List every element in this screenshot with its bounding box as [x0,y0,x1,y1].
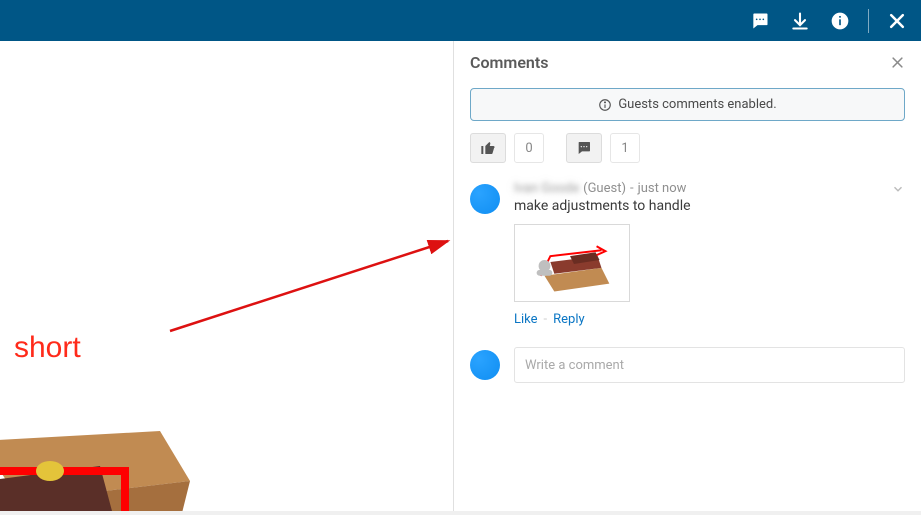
meta-sep: - [630,181,634,196]
actions-sep: - [544,312,548,327]
comment-thumbnail[interactable] [514,224,630,302]
comments-close-icon[interactable] [890,55,905,70]
topbar [0,0,921,41]
comment-item: Ivan Goode (Guest) - just now make adjus… [470,181,905,327]
comments-button[interactable] [566,133,602,163]
guest-banner: Guests comments enabled. [470,88,905,121]
download-icon[interactable] [788,9,812,33]
reply-row [470,347,905,383]
comment-author: Ivan Goode [514,181,579,196]
reply-input[interactable] [514,347,905,383]
comments-count: 1 [610,133,640,163]
comments-panel: Comments Guests comments enabled. 0 1 [454,41,921,511]
scrollbar-horizontal[interactable] [0,511,921,515]
annotation-short: short [14,331,81,365]
reply-link[interactable]: Reply [553,312,585,327]
thumbs-up-icon [480,140,496,156]
model-preview [0,411,220,511]
comment-actions: Like - Reply [514,312,905,327]
main-body: short Comments Gue [0,41,921,511]
comments-icon[interactable] [748,9,772,33]
info-small-icon [598,98,612,112]
stats-row: 0 1 [470,133,905,163]
like-link[interactable]: Like [514,312,538,327]
avatar [470,350,500,380]
likes-count: 0 [514,133,544,163]
comment-time: just now [638,181,687,196]
likes-button[interactable] [470,133,506,163]
arrow-icon [160,221,454,341]
comment-meta: Ivan Goode (Guest) - just now [514,181,905,196]
comments-header: Comments [470,53,905,72]
comments-title: Comments [470,53,548,72]
close-icon[interactable] [885,9,909,33]
avatar [470,184,500,214]
speech-icon [576,140,592,156]
info-icon[interactable] [828,9,852,33]
comment-role: (Guest) [583,181,626,196]
guest-banner-text: Guests comments enabled. [618,97,776,112]
comment-body: make adjustments to handle [514,198,905,214]
chevron-down-icon[interactable] [891,182,905,196]
viewer-area[interactable]: short [0,41,454,511]
topbar-divider [868,9,869,33]
